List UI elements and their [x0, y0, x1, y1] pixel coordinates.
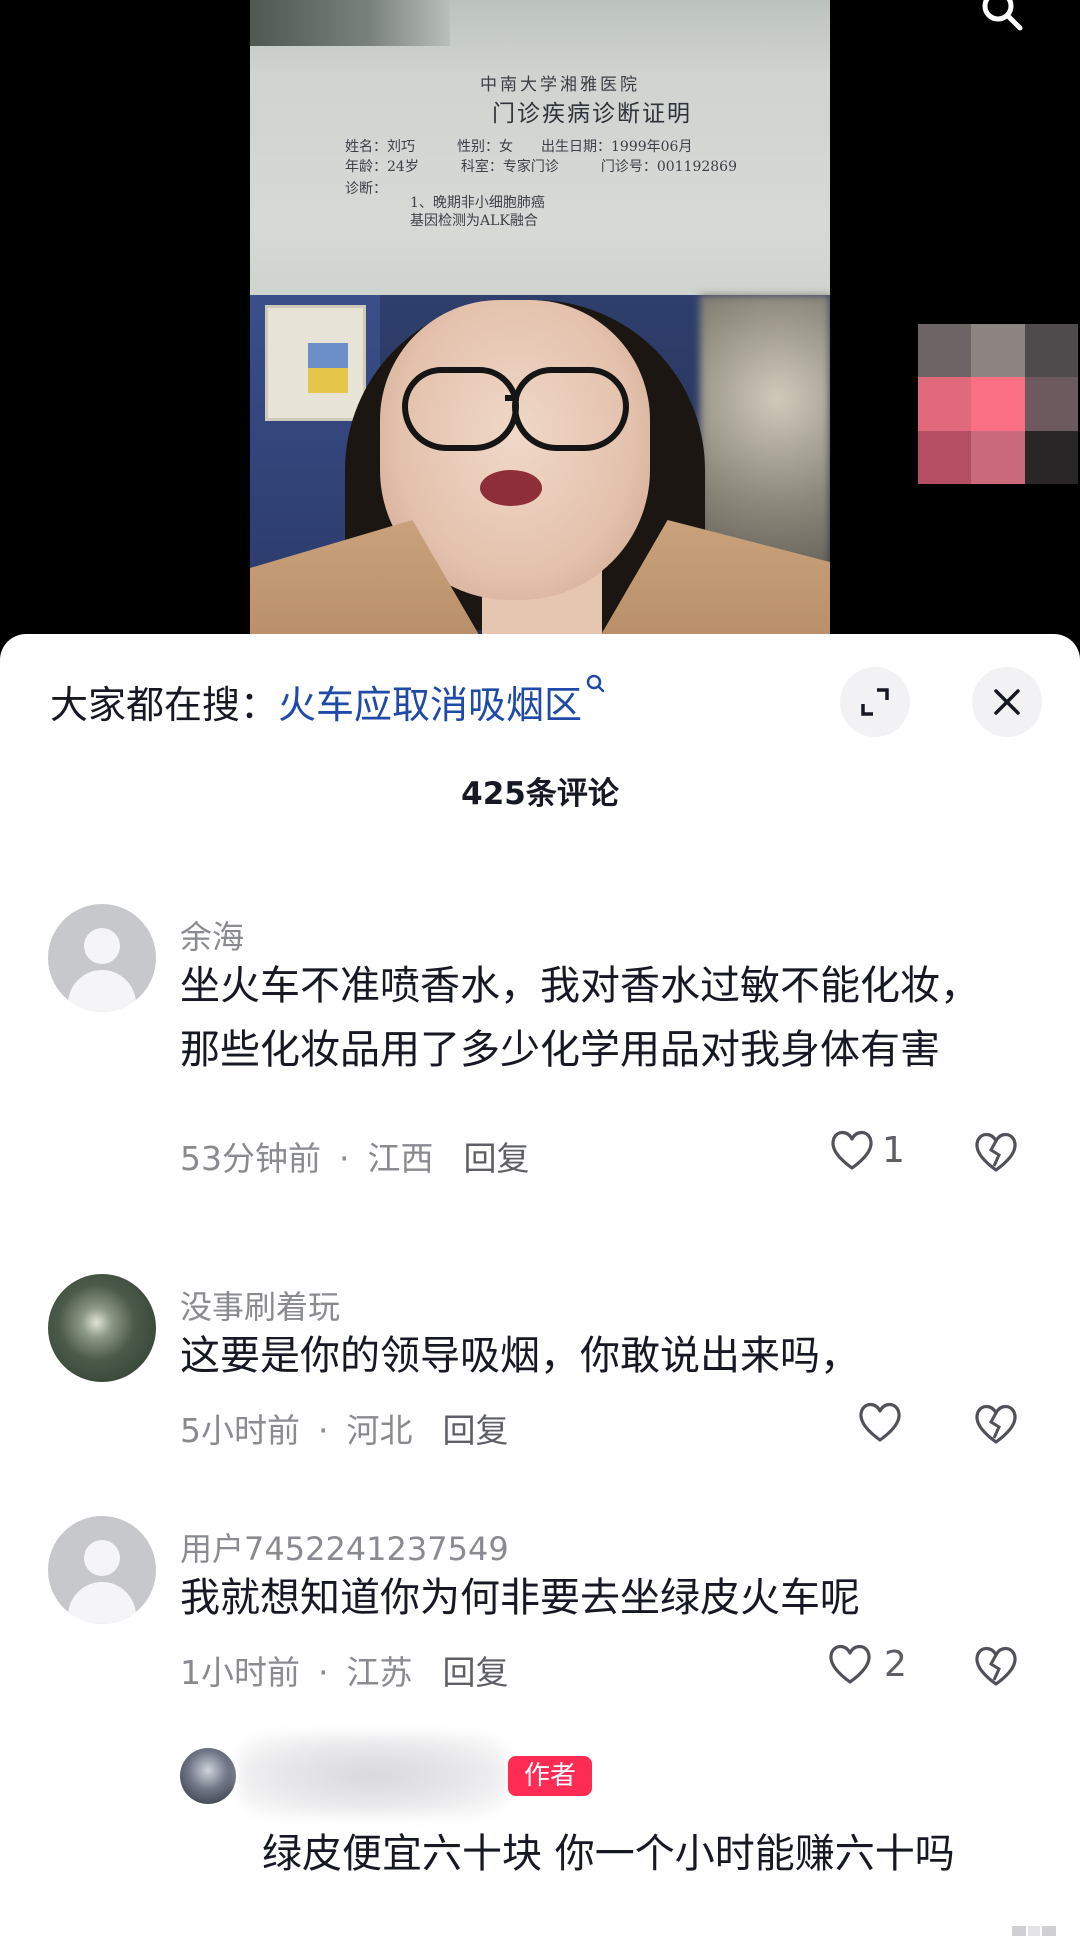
glasses-left-lens — [402, 367, 519, 451]
heart-icon — [831, 1130, 873, 1170]
heart-icon — [829, 1644, 871, 1684]
comment-location: 江苏 — [346, 1653, 413, 1692]
hot-search[interactable]: 大家都在搜：火车应取消吸烟区 — [50, 674, 606, 729]
broken-heart-icon[interactable] — [972, 1402, 1020, 1446]
glasses-bridge — [505, 395, 519, 401]
comment-time: 53分钟前 — [180, 1139, 321, 1178]
expand-icon — [861, 688, 889, 716]
screen: 中南大学湘雅医院 门诊疾病诊断证明 姓名：刘巧 性别：女 出生日期：1999年0… — [0, 0, 1080, 1948]
heart-icon — [859, 1402, 901, 1442]
document-hospital-name: 中南大学湘雅医院 — [480, 75, 640, 95]
reply-button[interactable]: 回复 — [443, 1411, 509, 1450]
document-line: 姓名：刘巧 性别：女 出生日期：1999年06月 — [345, 139, 693, 155]
video-person — [250, 295, 830, 640]
document-shadow — [250, 222, 830, 295]
comment-username[interactable]: 余海 — [180, 912, 244, 958]
comment-item: 没事刷着玩 这要是你的领导吸烟，你敢说出来吗， 5小时前 · 河北 回复 — [0, 1274, 1080, 1454]
comment-sheet: 大家都在搜：火车应取消吸烟区 425条评论 余海 坐火车不准喷香水，我对香水过敏… — [0, 634, 1080, 1948]
close-icon — [994, 689, 1020, 715]
broken-heart-icon[interactable] — [972, 1130, 1020, 1174]
document-line: 1、晚期非小细胞肺癌 — [410, 195, 545, 211]
avatar[interactable] — [48, 1274, 156, 1382]
author-name-blurred — [238, 1734, 508, 1816]
video-player[interactable]: 中南大学湘雅医院 门诊疾病诊断证明 姓名：刘巧 性别：女 出生日期：1999年0… — [250, 0, 830, 640]
like-count: 1 — [882, 1129, 905, 1171]
document-line: 年龄：24岁 科室：专家门诊 门诊号：001192869 — [345, 159, 737, 175]
like-button[interactable]: 2 — [826, 1642, 907, 1686]
comment-text: 我就想知道你为何非要去坐绿皮火车呢 — [180, 1575, 860, 1621]
avatar[interactable] — [48, 904, 156, 1012]
hot-search-icon — [586, 674, 605, 693]
mosaic-avatar — [918, 324, 1078, 484]
hot-search-term[interactable]: 火车应取消吸烟区 — [278, 683, 582, 727]
reply-button[interactable]: 回复 — [443, 1653, 509, 1692]
search-icon[interactable] — [980, 0, 1024, 32]
comment-text: 坐火车不准喷香水，我对香水过敏不能化妆，那些化妆品用了多少化学用品对我身体有害 — [180, 963, 980, 1073]
author-reply: 作者 绿皮便宜六十块 你一个小时能赚六十吗 — [0, 1734, 1080, 1948]
watermark-bars — [1012, 1926, 1056, 1936]
mouth — [480, 470, 542, 506]
comment-location: 河北 — [346, 1411, 413, 1450]
broken-heart-icon[interactable] — [972, 1644, 1020, 1688]
comment-location: 江西 — [367, 1139, 434, 1178]
diagnosis-document: 中南大学湘雅医院 门诊疾病诊断证明 姓名：刘巧 性别：女 出生日期：1999年0… — [250, 0, 830, 295]
avatar[interactable] — [48, 1516, 156, 1624]
glasses-right-lens — [512, 367, 629, 451]
author-badge: 作者 — [508, 1756, 592, 1796]
like-count: 2 — [884, 1643, 907, 1685]
comment-text: 这要是你的领导吸烟，你敢说出来吗， — [180, 1333, 860, 1379]
comment-username[interactable]: 没事刷着玩 — [180, 1282, 340, 1328]
comment-item: 余海 坐火车不准喷香水，我对香水过敏不能化妆，那些化妆品用了多少化学用品对我身体… — [0, 904, 1080, 1204]
comment-count: 425条评论 — [461, 776, 619, 812]
comment-username[interactable]: 用户7452241237549 — [180, 1524, 509, 1570]
comment-time: 5小时前 — [180, 1411, 300, 1450]
comment-meta: 53分钟前 · 江西 回复 — [180, 1139, 530, 1178]
comment-meta: 5小时前 · 河北 回复 — [180, 1411, 509, 1450]
document-title: 门诊疾病诊断证明 — [492, 101, 692, 127]
like-button[interactable]: 1 — [828, 1128, 905, 1172]
like-button[interactable] — [856, 1400, 904, 1444]
document-line: 诊断： — [345, 181, 387, 197]
comment-item: 用户7452241237549 我就想知道你为何非要去坐绿皮火车呢 1小时前 · 江… — [0, 1516, 1080, 1696]
hot-search-prefix: 大家都在搜： — [50, 683, 279, 727]
reply-button[interactable]: 回复 — [464, 1139, 530, 1178]
expand-button[interactable] — [840, 667, 910, 737]
comment-meta: 1小时前 · 江苏 回复 — [180, 1653, 509, 1692]
comment-time: 1小时前 — [180, 1653, 300, 1692]
author-reply-text: 绿皮便宜六十块 你一个小时能赚六十吗 — [262, 1831, 955, 1877]
author-avatar[interactable] — [180, 1748, 236, 1804]
document-top-edge — [250, 0, 450, 46]
wall-poster — [265, 305, 366, 421]
close-button[interactable] — [972, 667, 1042, 737]
